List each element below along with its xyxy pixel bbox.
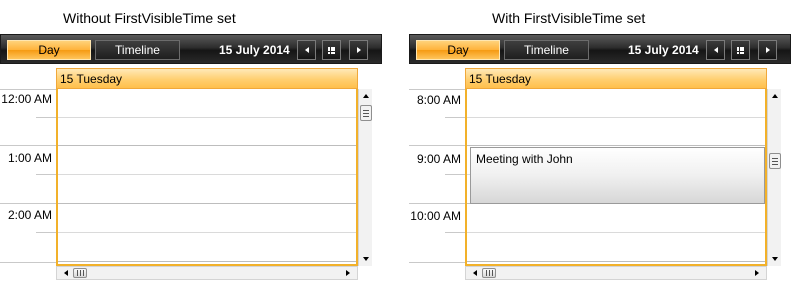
arrow-left-icon (64, 270, 68, 276)
horizontal-scroll-thumb[interactable] (482, 268, 496, 278)
time-label: 8:00 AM (416, 93, 461, 107)
ruler-divider (0, 89, 56, 90)
day-header[interactable]: 15 Tuesday (465, 68, 767, 89)
time-slot-line (58, 232, 356, 233)
day-header[interactable]: 15 Tuesday (56, 68, 358, 89)
time-slot-line (467, 145, 765, 146)
vertical-scroll-thumb[interactable] (360, 105, 372, 121)
time-slot-line (58, 117, 356, 118)
ruler-divider (409, 89, 465, 90)
scroll-up-button[interactable] (768, 89, 782, 103)
arrow-down-icon (772, 257, 778, 261)
chevron-left-icon (713, 47, 718, 53)
scroll-right-button[interactable] (750, 267, 764, 279)
arrow-down-icon (363, 257, 369, 261)
chevron-right-icon (356, 47, 361, 53)
next-day-button[interactable] (758, 40, 777, 60)
ruler-half-hour (36, 117, 56, 118)
current-date-label: 15 July 2014 (219, 43, 290, 57)
caption-right: With FirstVisibleTime set (492, 10, 646, 26)
time-label: 10:00 AM (410, 209, 461, 223)
time-slot-line (58, 145, 356, 146)
ruler-hour (409, 203, 465, 204)
tab-day[interactable]: Day (7, 40, 91, 60)
day-column[interactable] (56, 89, 358, 266)
appointment-meeting-with-john[interactable]: Meeting with John (470, 147, 765, 204)
horizontal-scroll-thumb[interactable] (73, 268, 87, 278)
appointment-subject: Meeting with John (476, 152, 573, 166)
ruler-half-hour (445, 174, 465, 175)
scroll-left-button[interactable] (468, 267, 482, 279)
vertical-scrollbar[interactable] (358, 89, 372, 266)
time-slot-line (58, 203, 356, 204)
arrow-up-icon (363, 94, 369, 98)
ruler-half-hour (36, 232, 56, 233)
time-slot-line (58, 174, 356, 175)
scroll-up-button[interactable] (359, 89, 373, 103)
arrow-left-icon (473, 270, 477, 276)
ruler-half-hour (445, 232, 465, 233)
time-slot-line (467, 261, 765, 262)
previous-day-button[interactable] (297, 40, 316, 60)
today-button[interactable] (322, 40, 341, 60)
scheduler-toolbar: Day Timeline 15 July 2014 (0, 34, 382, 64)
horizontal-scrollbar[interactable] (56, 266, 358, 280)
next-day-button[interactable] (349, 40, 368, 60)
tab-day[interactable]: Day (416, 40, 500, 60)
ruler-hour (0, 203, 56, 204)
ruler-half-hour (36, 174, 56, 175)
scheduler-with-first-visible-time: Day Timeline 15 July 2014 15 Tuesday 8:0… (409, 34, 791, 284)
day-column[interactable]: Meeting with John (465, 89, 767, 266)
ruler-hour (409, 262, 465, 263)
time-label: 9:00 AM (416, 152, 461, 166)
current-date-label: 15 July 2014 (628, 43, 699, 57)
ruler-hour (0, 262, 56, 263)
calendar-grid-icon (737, 46, 744, 54)
scroll-left-button[interactable] (59, 267, 73, 279)
vertical-scrollbar[interactable] (767, 89, 781, 266)
chevron-left-icon (304, 47, 309, 53)
time-slot-line (58, 261, 356, 262)
chevron-right-icon (765, 47, 770, 53)
tab-timeline[interactable]: Timeline (95, 40, 180, 60)
arrow-right-icon (346, 270, 350, 276)
time-label: 1:00 AM (7, 151, 52, 165)
scroll-down-button[interactable] (768, 252, 782, 266)
previous-day-button[interactable] (706, 40, 725, 60)
arrow-right-icon (755, 270, 759, 276)
time-label: 12:00 AM (1, 92, 52, 106)
time-label: 2:00 AM (7, 208, 52, 222)
scheduler-toolbar: Day Timeline 15 July 2014 (409, 34, 791, 64)
ruler-hour (409, 145, 465, 146)
time-slot-line (467, 117, 765, 118)
calendar-grid-icon (328, 46, 335, 54)
ruler-hour (0, 145, 56, 146)
vertical-scroll-thumb[interactable] (769, 153, 781, 169)
horizontal-scrollbar[interactable] (465, 266, 767, 280)
today-button[interactable] (731, 40, 750, 60)
tab-timeline[interactable]: Timeline (504, 40, 589, 60)
ruler-half-hour (445, 117, 465, 118)
scroll-down-button[interactable] (359, 252, 373, 266)
scroll-right-button[interactable] (341, 267, 355, 279)
caption-left: Without FirstVisibleTime set (63, 10, 236, 26)
arrow-up-icon (772, 94, 778, 98)
time-slot-line (467, 232, 765, 233)
scheduler-without-first-visible-time: Day Timeline 15 July 2014 15 Tuesday 12:… (0, 34, 382, 284)
